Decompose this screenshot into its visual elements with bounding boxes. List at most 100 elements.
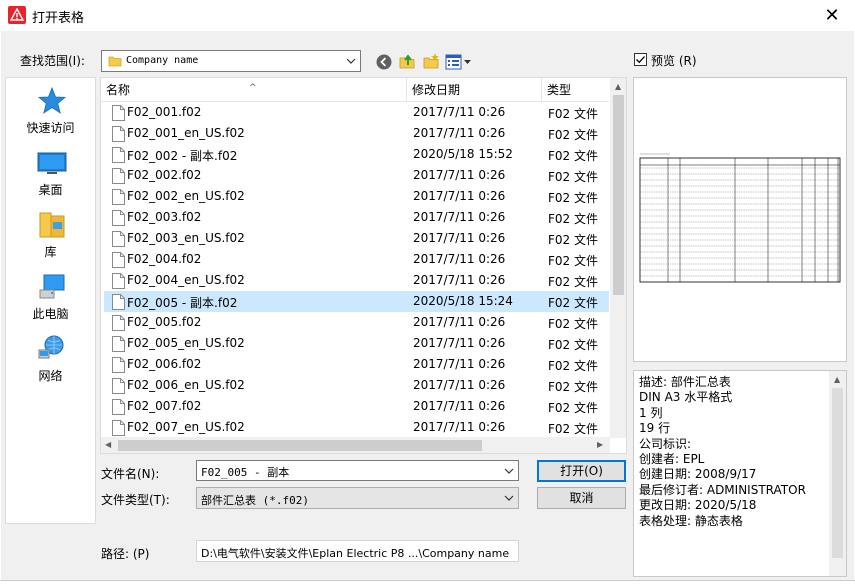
file-date: 2017/7/11 0:26 <box>413 399 506 413</box>
file-row[interactable]: F02_002 - 副本.f02 2020/5/18 15:52 F02 文件 <box>104 144 609 165</box>
description-scrollbar[interactable]: ▲ <box>829 371 846 576</box>
file-row[interactable]: F02_007_en_US.f02 2017/7/11 0:26 F02 文件 <box>104 417 609 437</box>
file-icon <box>112 126 125 142</box>
description-line: 公司标识: <box>639 436 692 451</box>
network-icon <box>38 335 64 359</box>
file-list[interactable]: 名称 ^ 修改日期 类型 F02_001.f02 2017/7/11 0:26 F0… <box>100 77 627 454</box>
up-folder-icon[interactable] <box>398 52 416 70</box>
file-type: F02 文件 <box>548 170 598 184</box>
file-row[interactable]: F02_003_en_US.f02 2017/7/11 0:26 F02 文件 <box>104 228 609 249</box>
file-row[interactable]: F02_004_en_US.f02 2017/7/11 0:26 F02 文件 <box>104 270 609 291</box>
view-menu-icon[interactable] <box>445 53 473 71</box>
file-icon <box>112 105 125 121</box>
description-line: DIN A3 水平格式 <box>639 390 733 405</box>
chevron-down-icon[interactable] <box>504 493 514 503</box>
lookin-label: 查找范围(I): <box>20 54 85 68</box>
filetype-select[interactable]: 部件汇总表 (*.f02) <box>196 487 519 509</box>
file-row[interactable]: F02_006_en_US.f02 2017/7/11 0:26 F02 文件 <box>104 375 609 396</box>
file-row[interactable]: F02_004.f02 2017/7/11 0:26 F02 文件 <box>104 249 609 270</box>
scrollbar-thumb[interactable] <box>118 440 482 451</box>
file-date: 2017/7/11 0:26 <box>413 357 506 371</box>
file-date: 2017/7/11 0:26 <box>413 126 506 140</box>
filename-label: 文件名(N): <box>101 467 160 481</box>
place-quick-access[interactable]: 快速访问 <box>6 82 95 142</box>
file-name: F02_006.f02 <box>127 357 202 371</box>
file-type: F02 文件 <box>548 317 598 331</box>
column-type-label: 类型 <box>547 83 572 97</box>
column-name-label: 名称 <box>106 83 131 97</box>
file-row[interactable]: F02_002.f02 2017/7/11 0:26 F02 文件 <box>104 165 609 186</box>
preview-label[interactable]: 预览 (R) <box>651 52 697 69</box>
file-row[interactable]: F02_005.f02 2017/7/11 0:26 F02 文件 <box>104 312 609 333</box>
lookin-combo[interactable]: Company name <box>101 50 361 72</box>
column-name-header[interactable]: 名称 ^ <box>101 78 407 102</box>
filetype-label: 文件类型(T): <box>101 493 170 507</box>
place-label: 库 <box>44 245 57 259</box>
file-name: F02_007_en_US.f02 <box>127 420 245 434</box>
file-icon <box>112 231 125 247</box>
file-row[interactable]: F02_001.f02 2017/7/11 0:26 F02 文件 <box>104 102 609 123</box>
file-row[interactable]: F02_006.f02 2017/7/11 0:26 F02 文件 <box>104 354 609 375</box>
file-type: F02 文件 <box>548 149 598 163</box>
place-desktop[interactable]: 桌面 <box>6 144 95 204</box>
close-button[interactable]: ✕ <box>809 0 855 31</box>
file-row[interactable]: F02_005 - 副本.f02 2020/5/18 15:24 F02 文件 <box>104 291 609 312</box>
file-row[interactable]: F02_001_en_US.f02 2017/7/11 0:26 F02 文件 <box>104 123 609 144</box>
place-label: 桌面 <box>38 183 63 197</box>
filetype-value: 部件汇总表 (*.f02) <box>201 494 309 507</box>
filename-value: F02_005 - 副本 <box>201 466 290 479</box>
file-type: F02 文件 <box>548 380 598 394</box>
place-network[interactable]: 网络 <box>6 330 95 390</box>
scroll-up-icon[interactable]: ▲ <box>615 82 621 91</box>
file-row[interactable]: F02_003.f02 2017/7/11 0:26 F02 文件 <box>104 207 609 228</box>
file-name: F02_006_en_US.f02 <box>127 378 245 392</box>
file-row[interactable]: F02_005_en_US.f02 2017/7/11 0:26 F02 文件 <box>104 333 609 354</box>
scrollbar-thumb[interactable] <box>613 95 624 295</box>
horizontal-scrollbar[interactable]: ◀ ▶ <box>101 437 610 453</box>
column-date-header[interactable]: 修改日期 <box>407 78 542 102</box>
star-icon <box>37 86 67 114</box>
scrollbar-thumb[interactable] <box>832 388 843 558</box>
vertical-scrollbar[interactable]: ▲ <box>610 78 626 438</box>
place-this-pc[interactable]: 此电脑 <box>6 268 95 328</box>
app-warning-icon <box>8 6 26 24</box>
file-date: 2017/7/11 0:26 <box>413 336 506 350</box>
folder-icon <box>108 56 122 67</box>
file-name: F02_002 - 副本.f02 <box>127 149 238 163</box>
file-type: F02 文件 <box>548 359 598 373</box>
file-type: F02 文件 <box>548 107 598 121</box>
scroll-right-icon[interactable]: ▶ <box>597 440 603 449</box>
file-name: F02_004_en_US.f02 <box>127 273 245 287</box>
file-row[interactable]: F02_007.f02 2017/7/11 0:26 F02 文件 <box>104 396 609 417</box>
column-header: 名称 ^ 修改日期 类型 <box>101 78 609 102</box>
scroll-up-icon[interactable]: ▲ <box>834 375 840 384</box>
places-bar: 快速访问 桌面 库 此电脑 网络 <box>5 77 96 524</box>
scroll-left-icon[interactable]: ◀ <box>105 440 111 449</box>
place-library[interactable]: 库 <box>6 206 95 266</box>
preview-checkbox[interactable] <box>634 53 647 66</box>
file-name: F02_002.f02 <box>127 168 202 182</box>
cancel-button[interactable]: 取消 <box>537 487 626 509</box>
file-name: F02_005_en_US.f02 <box>127 336 245 350</box>
file-type: F02 文件 <box>548 212 598 226</box>
close-icon[interactable]: ✕ <box>824 5 839 26</box>
file-type: F02 文件 <box>548 401 598 415</box>
path-value: D:\电气软件\安装文件\Eplan Electric P8 ...\Compa… <box>201 547 510 560</box>
lookin-value: Company name <box>126 55 199 66</box>
new-folder-icon[interactable] <box>422 52 440 70</box>
back-icon[interactable] <box>376 54 392 70</box>
file-icon <box>112 210 125 226</box>
open-button[interactable]: 打开(O) <box>537 460 626 482</box>
file-date: 2020/5/18 15:24 <box>413 294 513 308</box>
chevron-down-icon[interactable] <box>346 56 356 66</box>
desktop-icon <box>37 152 67 174</box>
file-date: 2017/7/11 0:26 <box>413 105 506 119</box>
filename-input[interactable]: F02_005 - 副本 <box>196 460 519 481</box>
description-line: 更改日期: 2020/5/18 <box>639 498 757 513</box>
chevron-down-icon[interactable] <box>504 466 514 476</box>
file-row[interactable]: F02_002_en_US.f02 2017/7/11 0:26 F02 文件 <box>104 186 609 207</box>
file-date: 2017/7/11 0:26 <box>413 168 506 182</box>
column-type-header[interactable]: 类型 <box>542 78 610 102</box>
file-icon <box>112 294 125 310</box>
computer-icon <box>39 274 65 299</box>
